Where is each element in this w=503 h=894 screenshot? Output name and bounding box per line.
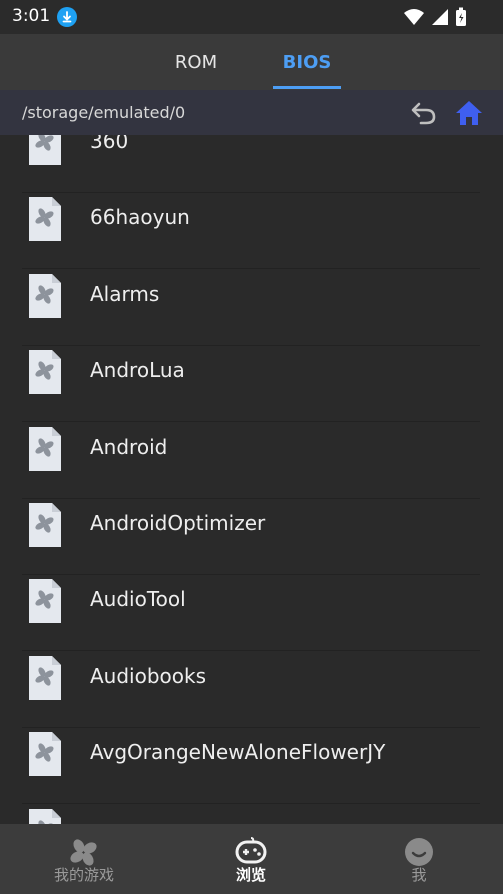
file-row[interactable]: 360 xyxy=(0,135,503,197)
file-row[interactable]: AndroLua xyxy=(0,350,503,426)
tab-rom[interactable]: ROM xyxy=(160,34,232,90)
file-row[interactable]: 66haoyun xyxy=(0,197,503,273)
file-icon xyxy=(28,578,62,624)
row-divider xyxy=(22,574,480,575)
tab-bar: ROM BIOS xyxy=(0,34,503,90)
file-row[interactable] xyxy=(0,808,503,824)
row-divider xyxy=(22,650,480,652)
bottom-nav: 我的游戏 浏览 我 xyxy=(0,824,503,894)
file-row[interactable]: AudioTool xyxy=(0,579,503,655)
row-divider xyxy=(22,726,480,728)
status-bar: 3:01 xyxy=(0,0,503,34)
battery-icon xyxy=(455,7,467,31)
home-icon xyxy=(456,101,482,125)
file-name: AndroidOptimizer xyxy=(90,511,266,535)
row-divider xyxy=(22,803,480,805)
file-icon xyxy=(28,349,62,395)
file-name: 66haoyun xyxy=(90,205,190,230)
file-list: 360 66haoyun Alarms AndroLua Android AndroidO… xyxy=(0,135,503,824)
file-row[interactable]: AndroidOptimizer xyxy=(0,503,503,579)
status-time: 3:01 xyxy=(12,6,51,26)
path-bar: /storage/emulated/0 xyxy=(0,90,503,135)
file-icon xyxy=(28,426,62,472)
file-icon xyxy=(28,196,62,242)
file-name: Audiobooks xyxy=(90,663,207,688)
file-row[interactable]: Android xyxy=(0,426,503,503)
nav-label: 我 xyxy=(411,866,427,884)
file-icon xyxy=(28,655,62,701)
file-icon xyxy=(28,731,62,777)
file-name: AudioTool xyxy=(90,587,186,612)
undo-icon xyxy=(411,102,436,125)
nav-browse[interactable]: 浏览 xyxy=(191,824,311,894)
tab-bios[interactable]: BIOS xyxy=(273,34,341,90)
back-button[interactable] xyxy=(410,100,438,126)
row-divider xyxy=(22,421,480,423)
file-row[interactable]: Alarms xyxy=(0,273,503,350)
nav-my-games[interactable]: 我的游戏 xyxy=(24,824,144,894)
current-path: /storage/emulated/0 xyxy=(22,103,186,122)
file-row[interactable]: Audiobooks xyxy=(0,655,503,732)
row-divider xyxy=(22,268,480,270)
wifi-icon xyxy=(403,8,425,30)
file-icon xyxy=(28,273,62,319)
file-row[interactable]: AvgOrangeNewAloneFlowerJY xyxy=(0,732,503,808)
file-name: Android xyxy=(90,434,168,459)
active-tab-indicator xyxy=(273,86,341,89)
file-icon xyxy=(28,135,62,166)
file-name: 360 xyxy=(90,135,129,153)
row-divider xyxy=(22,344,480,346)
row-divider xyxy=(22,497,480,499)
file-name: AvgOrangeNewAloneFlowerJY xyxy=(90,740,386,765)
signal-icon xyxy=(431,8,449,30)
nav-label: 浏览 xyxy=(235,866,266,884)
row-divider xyxy=(22,192,480,193)
download-icon xyxy=(57,7,77,27)
file-icon xyxy=(28,502,62,548)
file-icon xyxy=(28,808,62,824)
file-name: Alarms xyxy=(90,281,160,306)
nav-me[interactable]: 我 xyxy=(359,824,479,894)
file-name: AndroLua xyxy=(90,358,185,383)
nav-label: 我的游戏 xyxy=(53,866,114,884)
home-button[interactable] xyxy=(454,99,484,127)
